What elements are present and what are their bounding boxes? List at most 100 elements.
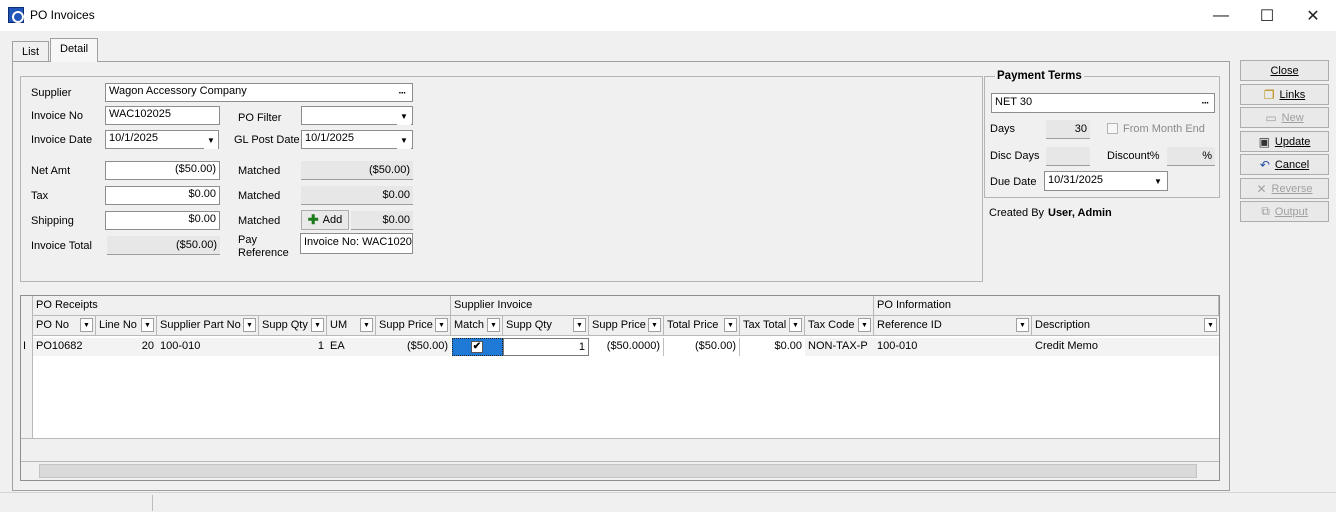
cell-tax-total[interactable]: $0.00 (740, 338, 805, 356)
close-window-button[interactable]: ✕ (1290, 0, 1336, 31)
column-label: PO No (36, 319, 70, 331)
matched-net-value: ($50.00) (301, 161, 413, 180)
pay-reference-label-line1: Pay (238, 234, 257, 246)
column-label: Supp Price (379, 319, 433, 331)
column-header-total-price[interactable]: Total Price ▼ (664, 316, 740, 336)
filter-dropdown-icon[interactable]: ▼ (435, 318, 448, 332)
supplier-field[interactable]: Wagon Accessory Company (105, 83, 413, 102)
group-header-supplier-invoice: Supplier Invoice (451, 296, 874, 316)
net-amt-field[interactable]: ($50.00) (105, 161, 220, 180)
column-header-match[interactable]: Match ▼ (451, 316, 503, 336)
column-header-supp-price[interactable]: Supp Price ▼ (376, 316, 451, 336)
cell-description[interactable]: Credit Memo (1032, 338, 1219, 356)
filter-dropdown-icon[interactable]: ▼ (360, 318, 373, 332)
column-header-invoice-supp-qty[interactable]: Supp Qty ▼ (503, 316, 589, 336)
column-header-supp-qty[interactable]: Supp Qty ▼ (259, 316, 327, 336)
column-header-tax-code[interactable]: Tax Code ▼ (805, 316, 874, 336)
terms-lookup-button[interactable]: ··· (1197, 94, 1213, 112)
filter-dropdown-icon[interactable]: ▼ (311, 318, 324, 332)
reverse-button[interactable]: ✕ Reverse (1240, 178, 1329, 199)
cell-supp-qty[interactable]: 1 (259, 338, 327, 356)
invoice-date-dropdown-icon[interactable]: ▼ (204, 131, 218, 149)
add-button[interactable]: ✚ Add (301, 210, 349, 230)
links-button[interactable]: ❐ Links (1240, 84, 1329, 105)
column-header-um[interactable]: UM ▼ (327, 316, 376, 336)
column-label: Supplier Part No (160, 319, 241, 331)
save-icon: ▣ (1258, 134, 1270, 149)
tax-label: Tax (31, 190, 49, 202)
days-value: 30 (1046, 120, 1090, 139)
cell-supp-price[interactable]: ($50.00) (376, 338, 451, 356)
tab-list[interactable]: List (12, 41, 50, 62)
pay-reference-field[interactable]: Invoice No: WAC10202 (300, 233, 413, 254)
filter-dropdown-icon[interactable]: ▼ (573, 318, 586, 332)
terms-field[interactable]: NET 30 (991, 93, 1215, 113)
receipts-grid[interactable]: PO Receipts Supplier Invoice PO Informat… (20, 295, 1220, 481)
grid-horizontal-scrollbar[interactable] (21, 462, 1219, 480)
cell-invoice-supp-price[interactable]: ($50.0000) (589, 338, 664, 356)
cell-tax-code[interactable]: NON-TAX-P (805, 338, 874, 356)
cancel-button-label: Cancel (1274, 158, 1310, 171)
po-filter-label: PO Filter (238, 112, 282, 124)
column-header-invoice-supp-price[interactable]: Supp Price ▼ (589, 316, 664, 336)
filter-dropdown-icon[interactable]: ▼ (243, 318, 256, 332)
filter-dropdown-icon[interactable]: ▼ (648, 318, 661, 332)
match-checkbox[interactable]: ✔ (471, 341, 483, 353)
filter-dropdown-icon[interactable]: ▼ (80, 318, 93, 332)
close-button-label: Close (1270, 64, 1299, 77)
filter-dropdown-icon[interactable]: ▼ (1204, 318, 1217, 332)
links-icon: ❐ (1263, 87, 1275, 102)
supplier-lookup-button[interactable]: ··· (394, 84, 410, 102)
column-label: Line No (99, 319, 137, 331)
pay-reference-label-line2: Reference (238, 247, 289, 259)
tab-detail[interactable]: Detail (50, 38, 99, 62)
filter-dropdown-icon[interactable]: ▼ (789, 318, 802, 332)
cell-supplier-part-no[interactable]: 100-010 (157, 338, 259, 356)
matched-tax-label: Matched (238, 190, 281, 202)
invoice-no-field[interactable]: WAC102025 (105, 106, 220, 125)
due-date-field[interactable]: 10/31/2025 (1044, 171, 1168, 191)
column-header-description[interactable]: Description ▼ (1032, 316, 1219, 336)
cell-reference-id[interactable]: 100-010 (874, 338, 1032, 356)
filter-dropdown-icon[interactable]: ▼ (487, 318, 500, 332)
from-month-end-checkbox[interactable] (1107, 123, 1118, 134)
matched-shipping-label: Matched (238, 215, 281, 227)
close-button[interactable]: Close (1240, 60, 1329, 81)
cell-invoice-supp-qty[interactable]: 1 (503, 338, 589, 356)
output-button[interactable]: ⧉ Output (1240, 201, 1329, 222)
cell-match[interactable]: ✔ (452, 338, 503, 356)
links-button-label: Links (1279, 88, 1306, 101)
maximize-button[interactable]: ☐ (1244, 0, 1290, 31)
column-header-reference-id[interactable]: Reference ID ▼ (874, 316, 1032, 336)
scrollbar-thumb[interactable] (39, 464, 1197, 478)
filter-dropdown-icon[interactable]: ▼ (724, 318, 737, 332)
column-header-po-no[interactable]: PO No ▼ (33, 316, 96, 336)
new-document-icon: ▭ (1265, 110, 1277, 125)
tax-field[interactable]: $0.00 (105, 186, 220, 205)
minimize-button[interactable]: — (1198, 0, 1244, 31)
due-date-dropdown-icon[interactable]: ▼ (1151, 172, 1165, 190)
shipping-field[interactable]: $0.00 (105, 211, 220, 230)
cancel-button[interactable]: ↶ Cancel (1240, 154, 1329, 175)
filter-dropdown-icon[interactable]: ▼ (858, 318, 871, 332)
filter-dropdown-icon[interactable]: ▼ (141, 318, 154, 332)
column-header-tax-total[interactable]: Tax Total ▼ (740, 316, 805, 336)
output-button-label: Output (1274, 205, 1308, 218)
new-button[interactable]: ▭ New (1240, 107, 1329, 128)
row-marker[interactable]: I (21, 338, 33, 356)
matched-tax-value: $0.00 (301, 186, 413, 205)
reverse-x-icon: ✕ (1256, 181, 1267, 196)
cell-po-no[interactable]: PO10682 (33, 338, 96, 356)
cell-um[interactable]: EA (327, 338, 376, 356)
update-button-label: Update (1274, 135, 1311, 148)
po-filter-dropdown-icon[interactable]: ▼ (397, 107, 411, 125)
gl-post-date-dropdown-icon[interactable]: ▼ (397, 131, 411, 149)
cell-total-price[interactable]: ($50.00) (664, 338, 740, 356)
update-button[interactable]: ▣ Update (1240, 131, 1329, 152)
cell-line-no[interactable]: 20 (96, 338, 157, 356)
gl-post-date-label: GL Post Date (234, 134, 300, 146)
column-header-supplier-part-no[interactable]: Supplier Part No ▼ (157, 316, 259, 336)
invoice-date-field[interactable]: 10/1/2025 (105, 130, 219, 149)
filter-dropdown-icon[interactable]: ▼ (1016, 318, 1029, 332)
column-header-line-no[interactable]: Line No ▼ (96, 316, 157, 336)
